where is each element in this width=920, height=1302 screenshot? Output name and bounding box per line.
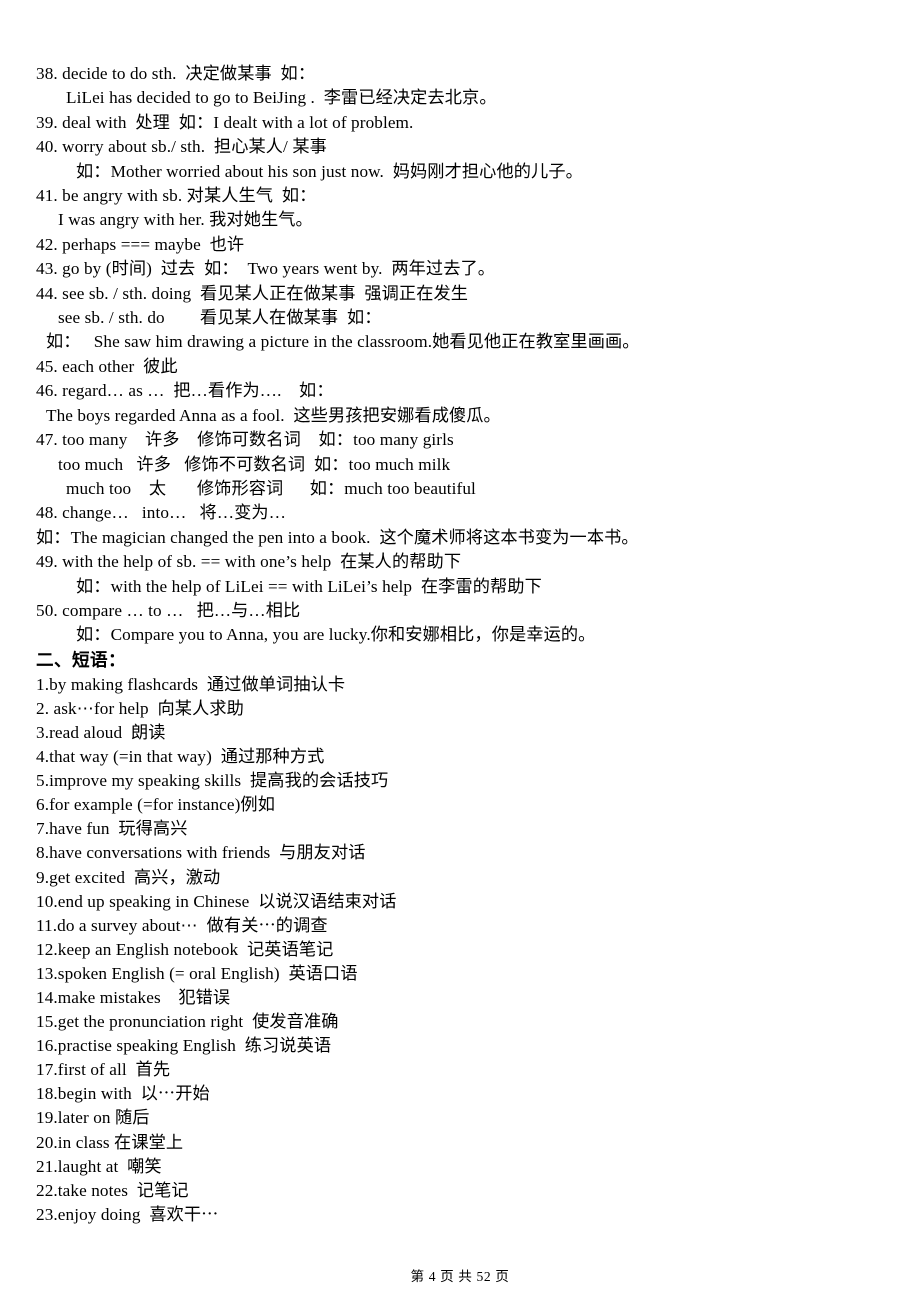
phrase-list-item: 23.enjoy doing 喜欢干⋯ [36, 1204, 219, 1224]
phrase-list-item: 10.end up speaking in Chinese 以说汉语结束对话 [36, 891, 397, 911]
phrase-section: 1.by making flashcards 通过做单词抽认卡 2. ask⋯fo… [36, 673, 880, 1227]
phrase-list-item: 13.spoken English (= oral English) 英语口语 [36, 963, 358, 983]
grammar-line: much too 太 修饰形容词 如：much too beautiful [66, 478, 476, 498]
grammar-line: 如：Mother worried about his son just now.… [76, 161, 583, 181]
phrase-list-item: 15.get the pronunciation right 使发音准确 [36, 1012, 339, 1032]
grammar-line: 如：Compare you to Anna, you are lucky.你和安… [76, 625, 596, 645]
phrase-list-item: 4.that way (=in that way) 通过那种方式 [36, 747, 325, 767]
phrase-list-item: 20.in class 在课堂上 [36, 1132, 184, 1152]
grammar-line: LiLei has decided to go to BeiJing . 李雷已… [66, 88, 497, 108]
grammar-line: see sb. / sth. do 看见某人在做某事 如： [58, 308, 382, 328]
grammar-line: 46. regard… as … 把…看作为…. 如： [36, 381, 334, 401]
grammar-line: 如：The magician changed the pen into a bo… [36, 527, 639, 547]
grammar-line: 44. see sb. / sth. doing 看见某人正在做某事 强调正在发… [36, 283, 469, 303]
grammar-line: 47. too many 许多 修饰可数名词 如：too many girls [36, 430, 454, 450]
grammar-line: 49. with the help of sb. == with one’s h… [36, 552, 462, 572]
phrase-section-heading: 二、短语： [36, 649, 126, 670]
phrase-list-item: 8.have conversations with friends 与朋友对话 [36, 843, 366, 863]
phrase-list-item: 3.read aloud 朗读 [36, 722, 166, 742]
grammar-line: 41. be angry with sb. 对某人生气 如： [36, 186, 317, 206]
page-number-label: 第 4 页 共 52 页 [410, 1269, 510, 1284]
phrase-list-item: 7.have fun 玩得高兴 [36, 819, 188, 839]
phrase-list-item: 2. ask⋯for help 向某人求助 [36, 698, 244, 718]
grammar-line: 38. decide to do sth. 决定做某事 如： [36, 64, 316, 83]
phrase-list-item: 5.improve my speaking skills 提高我的会话技巧 [36, 771, 389, 791]
document-page: 38. decide to do sth. 决定做某事 如： LiLei has … [0, 0, 920, 1302]
phrase-list-item: 19.later on 随后 [36, 1108, 150, 1128]
phrase-list-item: 6.for example (=for instance)例如 [36, 795, 276, 815]
phrase-list-item: 17.first of all 首先 [36, 1060, 171, 1080]
grammar-section: 38. decide to do sth. 决定做某事 如： LiLei has … [36, 62, 880, 648]
grammar-line: 45. each other 彼此 [36, 356, 178, 376]
phrase-list-item: 16.practise speaking English 练习说英语 [36, 1036, 332, 1056]
phrase-list-item: 11.do a survey about⋯ 做有关⋯的调查 [36, 915, 328, 935]
phrase-list-item: 21.laught at 嘲笑 [36, 1156, 162, 1176]
phrase-list-item: 12.keep an English notebook 记英语笔记 [36, 939, 334, 959]
grammar-line: 如： She saw him drawing a picture in the … [46, 332, 640, 352]
phrase-list-item: 1.by making flashcards 通过做单词抽认卡 [36, 674, 346, 694]
grammar-line: I was angry with her. 我对她生气。 [58, 210, 313, 230]
grammar-line: 39. deal with 处理 如：I dealt with a lot of… [36, 112, 414, 132]
phrase-list-item: 9.get excited 高兴，激动 [36, 867, 221, 887]
grammar-line: 42. perhaps === maybe 也许 [36, 234, 245, 254]
page-footer: 第 4 页 共 52 页 [0, 1268, 920, 1286]
phrase-list-item: 22.take notes 记笔记 [36, 1180, 189, 1200]
grammar-line: 50. compare … to … 把…与…相比 [36, 600, 301, 620]
phrase-list-item: 18.begin with 以⋯开始 [36, 1084, 210, 1104]
grammar-line: The boys regarded Anna as a fool. 这些男孩把安… [46, 405, 501, 425]
grammar-line: 如：with the help of LiLei == with LiLei’s… [76, 576, 542, 596]
grammar-line: 40. worry about sb./ sth. 担心某人/ 某事 [36, 137, 327, 157]
grammar-line: 43. go by (时间) 过去 如： Two years went by. … [36, 259, 496, 279]
phrase-list-item: 14.make mistakes 犯错误 [36, 987, 231, 1007]
grammar-line: 48. change… into… 将…变为… [36, 503, 286, 523]
grammar-line: too much 许多 修饰不可数名词 如：too much milk [58, 454, 451, 474]
